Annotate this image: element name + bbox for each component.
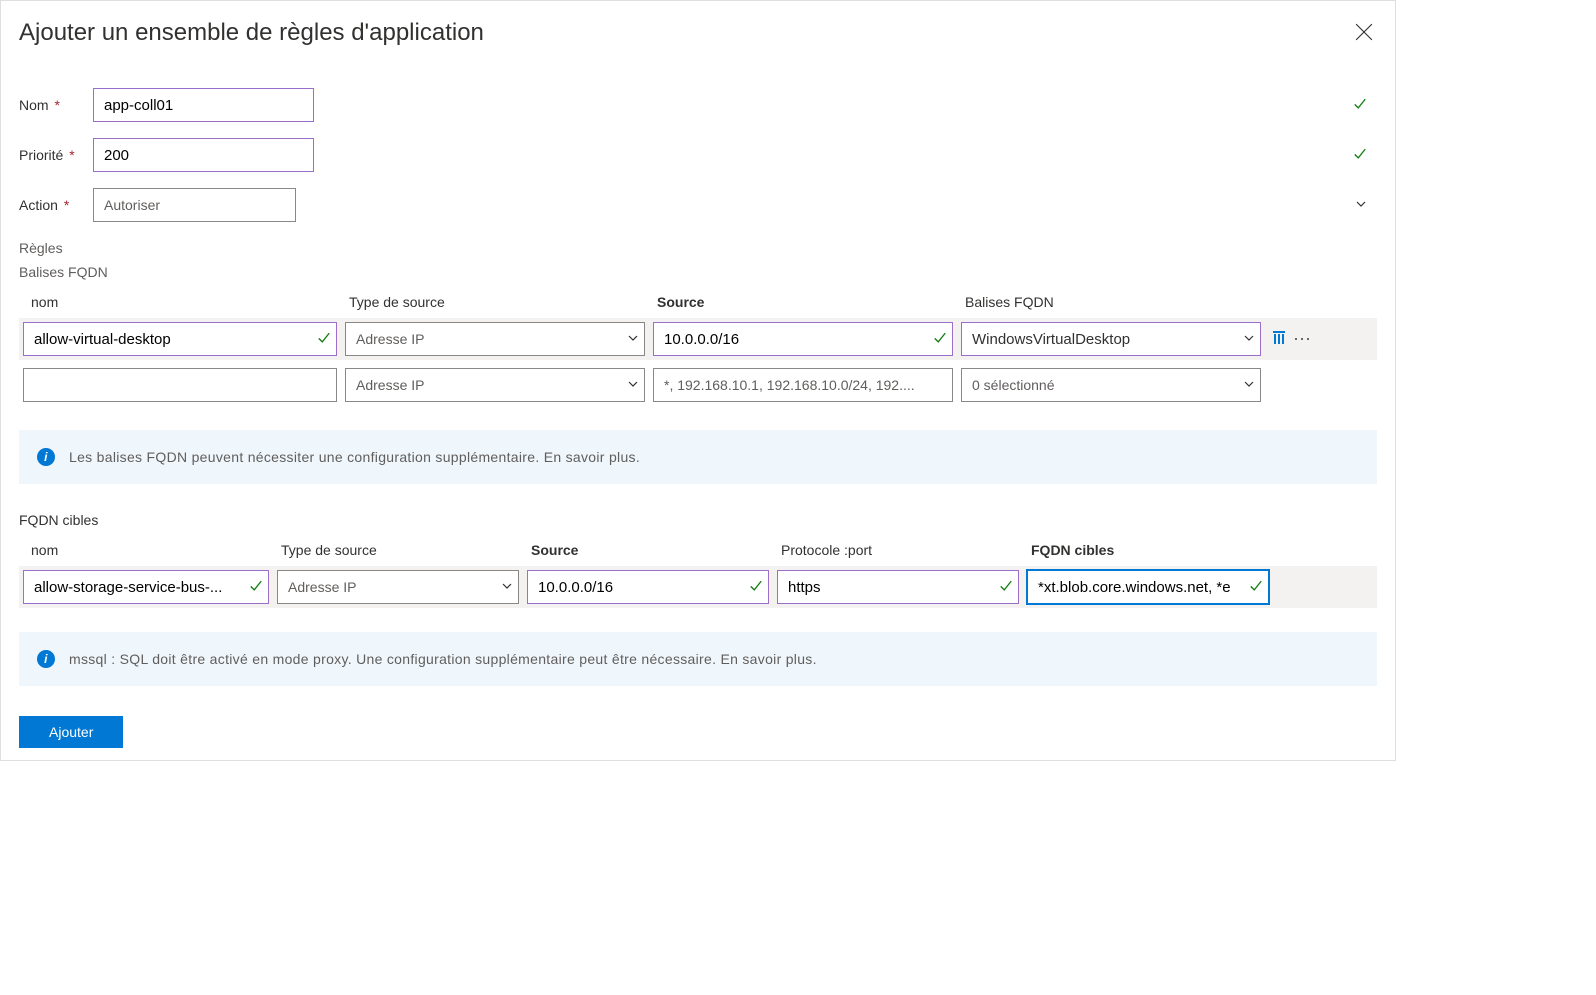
col-source: Source xyxy=(657,294,965,310)
close-icon xyxy=(1355,23,1373,41)
col-source-type: Type de source xyxy=(349,294,657,310)
name-label: Nom * xyxy=(19,97,93,113)
check-icon xyxy=(1353,97,1367,114)
targets-grid: nom Type de source Source Protocole :por… xyxy=(19,542,1377,608)
info-icon: i xyxy=(37,650,55,668)
chevron-down-icon xyxy=(1355,197,1367,213)
col-source: Source xyxy=(531,542,781,558)
row0-source-input[interactable] xyxy=(653,322,953,356)
trow-name-input[interactable] xyxy=(23,570,269,604)
row1-source-input[interactable] xyxy=(653,368,953,402)
dialog-header: Ajouter un ensemble de règles d'applicat… xyxy=(19,19,1377,48)
info-bar-mssql: i mssql : SQL doit être activé en mode p… xyxy=(19,632,1377,686)
tags-grid: nom Type de source Source Balises FQDN A… xyxy=(19,294,1377,406)
action-label: Action * xyxy=(19,197,93,213)
col-fqdn: FQDN cibles xyxy=(1031,542,1281,558)
action-row: Action * xyxy=(19,188,1377,222)
row1-tags-select[interactable]: 0 sélectionné xyxy=(961,368,1261,402)
col-name: nom xyxy=(31,294,349,310)
dialog-title: Ajouter un ensemble de règles d'applicat… xyxy=(19,19,484,47)
row0-source-type-select[interactable]: Adresse IP xyxy=(345,322,645,356)
check-icon xyxy=(1353,147,1367,164)
name-input[interactable] xyxy=(93,88,314,122)
info-text: Les balises FQDN peuvent nécessiter une … xyxy=(69,449,640,465)
targets-grid-header: nom Type de source Source Protocole :por… xyxy=(19,542,1377,566)
rules-section-label: Règles xyxy=(19,240,1377,256)
col-source-type: Type de source xyxy=(281,542,531,558)
fqdn-tags-label: Balises FQDN xyxy=(19,264,1377,280)
targets-row-0: Adresse IP xyxy=(19,566,1377,608)
tags-grid-header: nom Type de source Source Balises FQDN xyxy=(19,294,1377,318)
close-button[interactable] xyxy=(1351,19,1377,48)
row1-name-input[interactable] xyxy=(23,368,337,402)
trash-icon xyxy=(1271,330,1287,346)
priority-label: Priorité * xyxy=(19,147,93,163)
tags-row-1: Adresse IP 0 sélectionné xyxy=(19,360,1377,406)
name-row: Nom * xyxy=(19,88,1377,122)
col-tags: Balises FQDN xyxy=(965,294,1273,310)
dialog-panel: Ajouter un ensemble de règles d'applicat… xyxy=(0,0,1396,761)
dialog-footer: Ajouter xyxy=(19,716,1377,748)
col-name: nom xyxy=(31,542,281,558)
row0-actions: ⋯ xyxy=(1265,329,1318,350)
trow-source-type-select[interactable]: Adresse IP xyxy=(277,570,519,604)
priority-input[interactable] xyxy=(93,138,314,172)
info-text: mssql : SQL doit être activé en mode pro… xyxy=(69,651,817,667)
trow-source-input[interactable] xyxy=(527,570,769,604)
fqdn-targets-label: FQDN cibles xyxy=(19,512,1377,528)
col-protocol: Protocole :port xyxy=(781,542,1031,558)
info-bar-fqdn-tags: i Les balises FQDN peuvent nécessiter un… xyxy=(19,430,1377,484)
info-icon: i xyxy=(37,448,55,466)
add-button[interactable]: Ajouter xyxy=(19,716,123,748)
trow-fqdn-input[interactable] xyxy=(1027,570,1269,604)
delete-button[interactable] xyxy=(1271,330,1287,349)
tags-row-0: Adresse IP WindowsVirtualDesktop ⋯ xyxy=(19,318,1377,360)
row0-name-input[interactable] xyxy=(23,322,337,356)
row0-tags-select[interactable]: WindowsVirtualDesktop xyxy=(961,322,1261,356)
row1-source-type-select[interactable]: Adresse IP xyxy=(345,368,645,402)
action-select[interactable] xyxy=(93,188,296,222)
priority-row: Priorité * xyxy=(19,138,1377,172)
trow-protocol-input[interactable] xyxy=(777,570,1019,604)
more-button[interactable]: ⋯ xyxy=(1293,329,1312,350)
